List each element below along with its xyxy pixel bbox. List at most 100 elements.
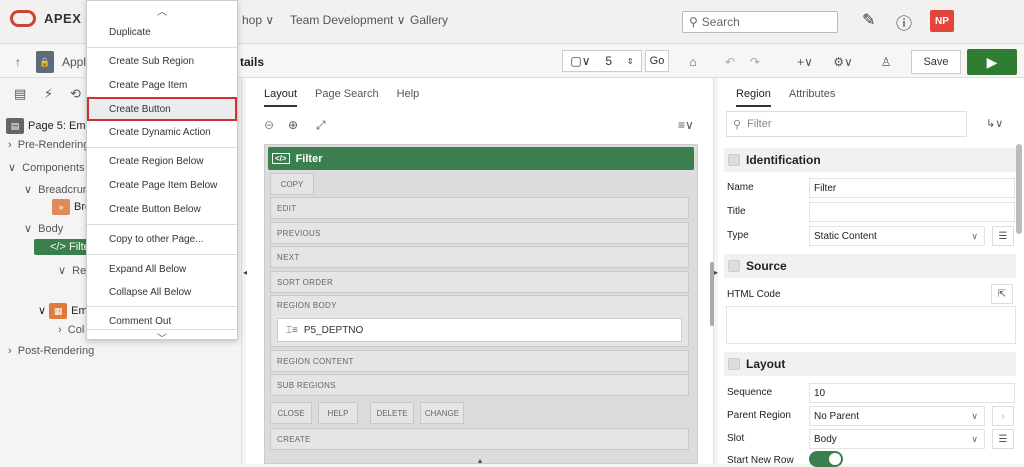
tree-pre-rendering[interactable]: › Pre-Rendering bbox=[8, 139, 89, 151]
slot-sort-order[interactable]: SORT ORDER bbox=[270, 271, 689, 293]
page-number-value: 5 bbox=[605, 54, 613, 68]
menu-item-collapse-all-below[interactable]: Collapse All Below bbox=[87, 281, 237, 303]
menu-item-create-sub-region[interactable]: Create Sub Region bbox=[87, 50, 237, 72]
section-layout[interactable]: Layout bbox=[724, 352, 1016, 376]
slot-next[interactable]: NEXT bbox=[270, 246, 689, 268]
lock-icon[interactable]: 🔒 bbox=[36, 51, 54, 73]
slot-help[interactable]: HELP bbox=[318, 402, 358, 424]
tab-region[interactable]: Region bbox=[736, 88, 771, 107]
nav-item-gallery[interactable]: Gallery bbox=[410, 13, 448, 27]
tree-post-rendering[interactable]: › Post-Rendering bbox=[8, 345, 94, 357]
tab-help[interactable]: Help bbox=[397, 88, 420, 107]
menu-item-create-region-below[interactable]: Create Region Below bbox=[87, 150, 237, 172]
run-button[interactable]: ▶ bbox=[967, 49, 1017, 75]
create-menu-icon[interactable]: +∨ bbox=[790, 51, 820, 73]
processing-tab-icon[interactable]: ⟲ bbox=[70, 86, 81, 102]
user-avatar[interactable]: NP bbox=[930, 10, 954, 32]
filter-region-bar[interactable]: </> Filter bbox=[268, 147, 694, 170]
menu-scroll-up-icon[interactable]: ︿ bbox=[87, 3, 237, 18]
slot-sub-regions[interactable]: SUB REGIONS bbox=[270, 374, 689, 396]
undo-icon[interactable]: ↶ bbox=[720, 51, 740, 73]
go-to-group-icon[interactable]: ↳∨ bbox=[986, 117, 1003, 130]
team-dev-icon[interactable]: ♙ bbox=[876, 51, 896, 73]
tree-breadcrumb[interactable]: ∨ Breadcrum bbox=[24, 183, 92, 196]
type-select[interactable]: Static Content ∨ bbox=[809, 226, 985, 246]
page-number-stepper[interactable]: ▢∨ 5 ⇕ bbox=[562, 50, 642, 72]
expand-icon[interactable]: ⤢ bbox=[316, 118, 326, 133]
property-scrollbar[interactable] bbox=[1016, 144, 1022, 234]
page-item-p5-deptno[interactable]: ⌶≡ P5_DEPTNO bbox=[277, 318, 682, 342]
layout-menu-icon[interactable]: ≡∨ bbox=[678, 118, 694, 132]
search-icon: ⚲ bbox=[733, 118, 742, 131]
go-to-parent-icon[interactable]: › bbox=[992, 406, 1014, 426]
tree-components-label: Components bbox=[22, 162, 85, 174]
tree-components[interactable]: ∨ Components bbox=[8, 161, 85, 174]
stepper-arrows-icon[interactable]: ⇕ bbox=[627, 57, 634, 66]
menu-item-create-button[interactable]: Create Button bbox=[87, 97, 237, 121]
center-scrollbar[interactable] bbox=[710, 262, 714, 326]
zoom-in-icon[interactable]: ⊕ bbox=[288, 118, 298, 132]
name-field[interactable]: Filter bbox=[809, 178, 1015, 198]
start-new-row-toggle[interactable] bbox=[809, 451, 843, 467]
go-button[interactable]: Go bbox=[645, 50, 669, 72]
nav-item-team-development[interactable]: Team Development ∨ bbox=[290, 13, 406, 27]
tree-region-child-label: Re bbox=[72, 265, 87, 277]
collapse-left-icon[interactable]: ◂ bbox=[243, 268, 247, 277]
slot-close[interactable]: CLOSE bbox=[270, 402, 312, 424]
tree-body[interactable]: ∨ Body bbox=[24, 222, 63, 235]
slot-list-icon[interactable]: ☰ bbox=[992, 429, 1014, 449]
slot-copy[interactable]: COPY bbox=[270, 173, 314, 195]
dynamic-actions-tab-icon[interactable]: ⚡ bbox=[44, 86, 53, 102]
tree-region-items[interactable]: ∨ Re bbox=[58, 264, 86, 277]
menu-item-duplicate[interactable]: Duplicate bbox=[87, 21, 237, 43]
zoom-out-icon[interactable]: ⊖ bbox=[264, 118, 274, 132]
menu-separator bbox=[87, 147, 237, 148]
help-icon[interactable]: ⓘ bbox=[896, 10, 912, 34]
tab-attributes[interactable]: Attributes bbox=[789, 88, 835, 107]
slot-change[interactable]: CHANGE bbox=[420, 402, 464, 424]
redo-icon[interactable]: ↷ bbox=[745, 51, 765, 73]
slot-edit[interactable]: EDIT bbox=[270, 197, 689, 219]
text-field-icon: ⌶≡ bbox=[286, 324, 298, 336]
parent-region-select[interactable]: No Parent ∨ bbox=[809, 406, 985, 426]
tab-layout[interactable]: Layout bbox=[264, 88, 298, 107]
shared-components-icon[interactable]: ⌂ bbox=[682, 51, 704, 73]
section-source[interactable]: Source bbox=[724, 254, 1016, 278]
collapse-chevron-icon bbox=[728, 358, 740, 370]
slot-region-content[interactable]: REGION CONTENT bbox=[270, 350, 689, 372]
chevron-down-icon: ∨ bbox=[971, 433, 978, 444]
section-identification[interactable]: Identification bbox=[724, 148, 1016, 172]
tree-columns[interactable]: › Col bbox=[58, 324, 84, 336]
menu-scroll-down-icon[interactable]: ﹀ bbox=[87, 329, 237, 345]
slot-select[interactable]: Body ∨ bbox=[809, 429, 985, 449]
html-code-textarea[interactable] bbox=[726, 306, 1016, 344]
menu-item-create-page-item[interactable]: Create Page Item bbox=[87, 74, 237, 96]
sequence-field[interactable]: 10 bbox=[809, 383, 1015, 403]
search-input[interactable]: ⚲ Search bbox=[682, 11, 838, 33]
apex-logo[interactable]: APEX bbox=[10, 10, 81, 27]
property-filter-input[interactable]: ⚲ Filter bbox=[726, 111, 967, 137]
rendering-tab-icon[interactable]: ▤ bbox=[14, 86, 26, 102]
menu-item-create-button-below[interactable]: Create Button Below bbox=[87, 198, 237, 220]
up-arrow-icon[interactable]: ↑ bbox=[10, 51, 26, 73]
page-item-label: P5_DEPTNO bbox=[303, 324, 364, 336]
user-admin-icon[interactable]: ✎ bbox=[862, 10, 875, 30]
expand-code-editor-icon[interactable]: ⇱ bbox=[991, 284, 1013, 304]
tree-employees-region[interactable]: ∨ ▦ Em bbox=[38, 303, 88, 319]
tree-body-label: Body bbox=[38, 223, 64, 235]
tree-pre-rendering-label: Pre-Rendering bbox=[17, 139, 90, 151]
title-field[interactable] bbox=[809, 202, 1015, 222]
type-list-icon[interactable]: ☰ bbox=[992, 226, 1014, 246]
save-button[interactable]: Save bbox=[911, 50, 961, 74]
slot-delete[interactable]: DELETE bbox=[370, 402, 414, 424]
menu-item-create-page-item-below[interactable]: Create Page Item Below bbox=[87, 174, 237, 196]
tab-page-search[interactable]: Page Search bbox=[315, 88, 379, 107]
nav-item-workshop[interactable]: hop ∨ bbox=[242, 13, 274, 27]
utilities-menu-icon[interactable]: ⚙∨ bbox=[828, 51, 858, 73]
slot-create[interactable]: CREATE bbox=[270, 428, 689, 450]
menu-item-expand-all-below[interactable]: Expand All Below bbox=[87, 258, 237, 280]
menu-item-copy-to-other-page[interactable]: Copy to other Page... bbox=[87, 228, 237, 250]
menu-item-create-dynamic-action[interactable]: Create Dynamic Action bbox=[87, 121, 237, 143]
parent-region-label: Parent Region bbox=[727, 410, 791, 421]
slot-previous[interactable]: PREVIOUS bbox=[270, 222, 689, 244]
